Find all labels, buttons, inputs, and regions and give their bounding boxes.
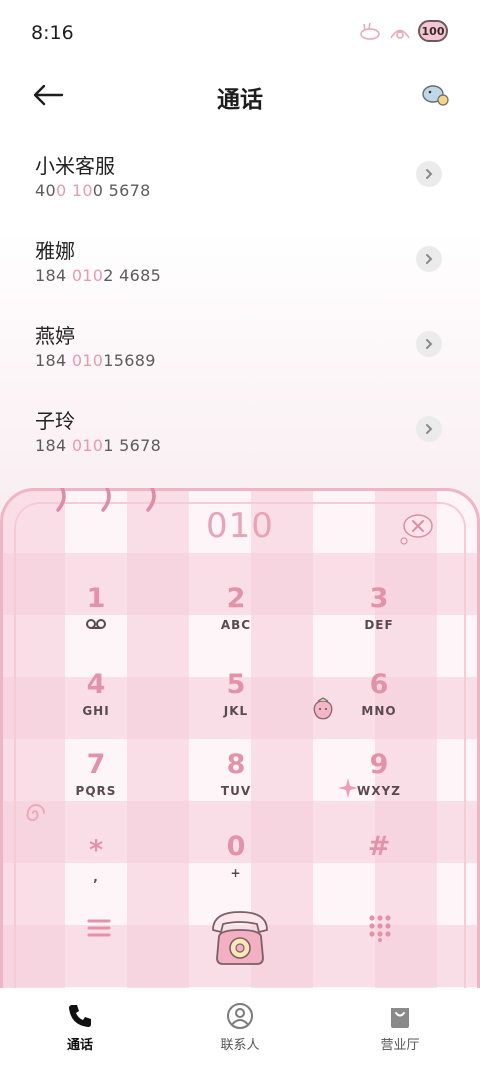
bunny-deco-icon — [360, 22, 380, 40]
key-letters: MNO — [361, 704, 397, 718]
sparkle-deco-icon — [338, 778, 358, 798]
key-digit: * — [88, 835, 104, 866]
nav-item-calls[interactable]: 通话 — [0, 988, 160, 1067]
bottom-nav: 通话 联系人 营业厅 — [0, 988, 480, 1067]
call-item[interactable]: 小米客服 400 100 5678 — [0, 130, 480, 215]
nav-label: 通话 — [66, 1038, 93, 1053]
phone-icon — [69, 1005, 91, 1027]
call-item[interactable]: 子玲 184 0101 5678 — [0, 385, 480, 470]
call-name: 子玲 — [35, 409, 75, 433]
contacts-icon — [227, 1003, 253, 1029]
nav-item-contacts[interactable]: 联系人 — [160, 988, 320, 1067]
key-digit: 0 — [226, 831, 246, 862]
key-digit: 8 — [226, 749, 246, 780]
key-digit: 1 — [86, 583, 106, 614]
status-bar: 8:16 100 — [0, 0, 480, 68]
number-part: 1 5678 — [103, 436, 162, 455]
key-7[interactable]: 7 PQRS — [46, 750, 146, 814]
status-time: 8:16 — [31, 22, 74, 44]
call-list: 小米客服 400 100 5678 雅娜 184 0102 4685 燕婷 18… — [0, 130, 480, 470]
number-part: 184 — [35, 266, 72, 285]
key-star[interactable]: * , — [46, 836, 146, 900]
swirl-deco-icon — [26, 804, 45, 822]
call-name: 雅娜 — [35, 239, 75, 263]
strawberry-deco-icon — [313, 697, 333, 720]
number-part: 184 — [35, 351, 72, 370]
nav-label: 联系人 — [220, 1038, 260, 1053]
call-name: 燕婷 — [35, 324, 75, 348]
chevron-right-icon — [426, 169, 433, 179]
number-part: 15689 — [103, 351, 156, 370]
key-digit: # — [367, 831, 391, 862]
nav-item-store[interactable]: 营业厅 — [320, 988, 480, 1067]
key-6[interactable]: 6 MNO — [329, 670, 429, 734]
nav-label: 营业厅 — [380, 1038, 420, 1053]
key-letters: GHI — [82, 704, 110, 718]
call-detail-button[interactable] — [416, 416, 442, 442]
key-digit: 3 — [369, 583, 389, 614]
voicemail-icon — [86, 619, 106, 629]
key-1[interactable]: 1 — [46, 584, 146, 648]
call-name: 小米客服 — [35, 154, 115, 178]
call-item[interactable]: 燕婷 184 01015689 — [0, 300, 480, 385]
header: 通话 — [0, 68, 480, 122]
key-letters: ABC — [220, 618, 252, 632]
key-3[interactable]: 3 DEF — [329, 584, 429, 648]
key-letters: PQRS — [75, 784, 117, 798]
call-detail-button[interactable] — [416, 331, 442, 357]
call-item[interactable]: 雅娜 184 0102 4685 — [0, 215, 480, 300]
number-match: 0 10 — [55, 181, 93, 200]
bird-deco-icon[interactable] — [420, 80, 452, 110]
chevron-right-icon — [426, 339, 433, 349]
signal-deco-icon — [390, 29, 410, 39]
clear-input-icon[interactable] — [398, 512, 436, 546]
status-icons: 100 — [358, 20, 448, 42]
key-2[interactable]: 2 ABC — [186, 584, 286, 648]
shopping-bag-icon — [391, 1008, 409, 1028]
call-button[interactable] — [205, 906, 275, 970]
dialer-screen: 8:16 100 通话 小米客服 400 100 5678 雅娜 184 010… — [0, 0, 480, 1067]
number-match: 010 — [71, 266, 104, 285]
key-5[interactable]: 5 JKL — [186, 670, 286, 734]
key-8[interactable]: 8 TUV — [186, 750, 286, 814]
call-number: 184 0102 4685 — [35, 266, 480, 285]
number-part: 184 — [35, 436, 72, 455]
key-digit: 7 — [86, 749, 106, 780]
chevron-right-icon — [426, 424, 433, 434]
number-part: 2 4685 — [103, 266, 162, 285]
call-detail-button[interactable] — [416, 161, 442, 187]
number-part: 0 5678 — [92, 181, 151, 200]
number-match: 010 — [71, 351, 104, 370]
key-digit: 4 — [86, 669, 106, 700]
page-title: 通话 — [217, 87, 263, 113]
call-number: 184 0101 5678 — [35, 436, 480, 455]
key-digit: 2 — [226, 583, 246, 614]
key-digit: 5 — [226, 669, 246, 700]
key-digit: 6 — [369, 669, 389, 700]
key-letters: , — [93, 870, 99, 884]
number-match: 010 — [71, 436, 104, 455]
key-0[interactable]: 0 + — [186, 832, 286, 896]
menu-icon[interactable] — [84, 916, 114, 940]
dialer-panel: 010 1 2 ABC 3 DEF 4 GHI 5 JKL 6 MNO 7 PQ… — [0, 488, 480, 988]
key-letters: DEF — [364, 618, 394, 632]
chevron-right-icon — [426, 254, 433, 264]
battery-icon: 100 — [418, 20, 448, 42]
number-part: 40 — [35, 181, 56, 200]
battery-level: 100 — [421, 24, 445, 38]
key-4[interactable]: 4 GHI — [46, 670, 146, 734]
key-letters: + — [230, 866, 242, 880]
key-letters: JKL — [223, 704, 249, 718]
call-detail-button[interactable] — [416, 246, 442, 272]
key-hash[interactable]: # — [329, 832, 429, 896]
keypad-toggle-icon[interactable] — [365, 912, 395, 942]
key-letters: TUV — [220, 784, 252, 798]
call-number: 400 100 5678 — [35, 181, 480, 200]
call-number: 184 01015689 — [35, 351, 480, 370]
